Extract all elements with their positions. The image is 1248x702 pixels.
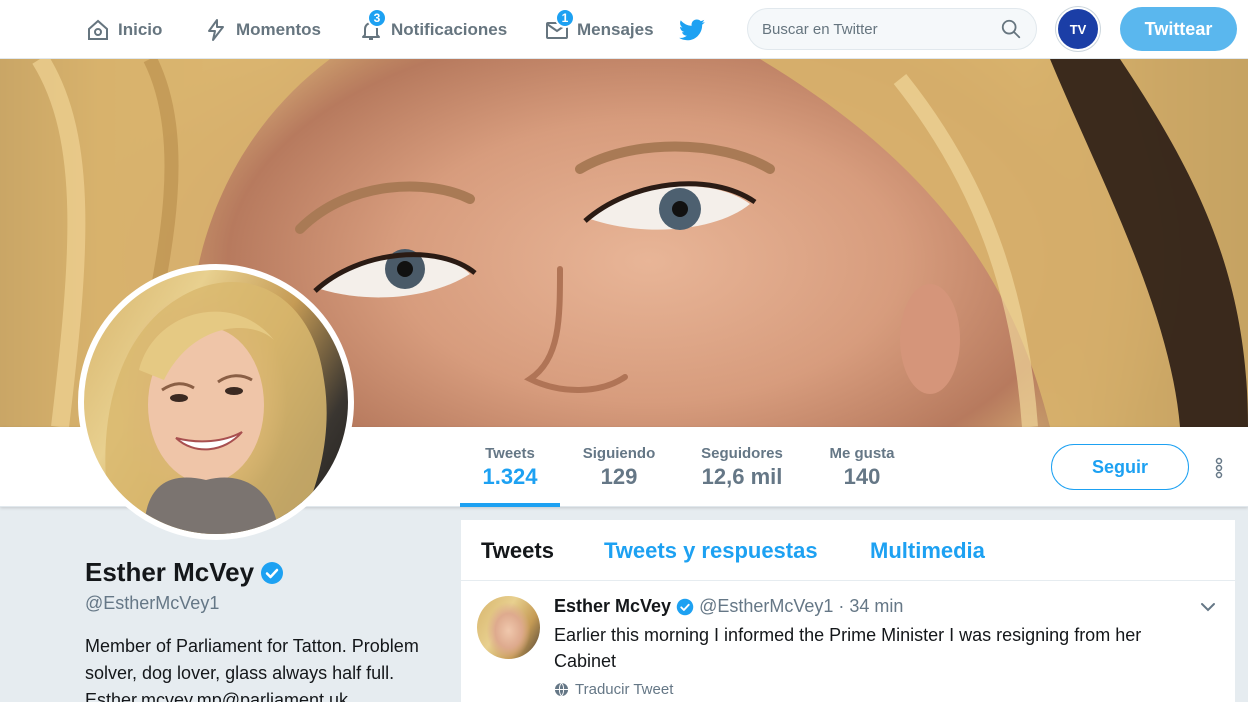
stat-followers[interactable]: Seguidores 12,6 mil	[686, 445, 798, 490]
timeline-tabs: Tweets Tweets y respuestas Multimedia	[461, 520, 1235, 581]
timeline: Tweets Tweets y respuestas Multimedia Es…	[461, 520, 1235, 702]
globe-icon	[554, 682, 569, 697]
more-options-icon[interactable]	[1212, 456, 1226, 480]
notifications-badge: 3	[367, 8, 387, 28]
stat-tweets[interactable]: Tweets 1.324	[460, 445, 560, 490]
stat-label: Tweets	[485, 445, 535, 462]
tweet-separator: ·	[838, 596, 845, 616]
account-avatar[interactable]: TV	[1056, 7, 1100, 51]
stat-likes[interactable]: Me gusta 140	[812, 445, 912, 490]
nav-moments[interactable]: Momentos	[204, 0, 321, 59]
active-stat-indicator	[460, 503, 560, 507]
home-icon	[88, 19, 108, 40]
tweet-timestamp[interactable]: 34 min	[849, 596, 903, 617]
stat-value: 1.324	[482, 464, 538, 489]
search-icon[interactable]	[1000, 18, 1022, 40]
top-navigation: Inicio Momentos Notificaciones 3 Mensaje…	[0, 0, 1248, 59]
search-placeholder: Buscar en Twitter	[762, 20, 878, 38]
nav-notifications[interactable]: Notificaciones 3	[359, 0, 507, 59]
tweet-text: Earlier this morning I informed the Prim…	[554, 625, 1142, 671]
search-input[interactable]: Buscar en Twitter	[747, 8, 1037, 50]
profile-avatar[interactable]	[78, 264, 354, 540]
stat-label: Seguidores	[701, 445, 783, 462]
tweet-item[interactable]: Esther McVey @EstherMcVey1 · 34 min Earl…	[461, 582, 1235, 702]
profile-handle[interactable]: @EstherMcVey1	[85, 593, 219, 614]
tab-media[interactable]: Multimedia	[870, 538, 985, 564]
stat-value: 12,6 mil	[701, 464, 783, 489]
stat-value: 140	[843, 464, 881, 489]
stat-following[interactable]: Siguiendo 129	[569, 445, 669, 490]
translate-tweet-label: Traducir Tweet	[575, 681, 674, 698]
nav-messages-label: Mensajes	[577, 19, 654, 39]
follow-button[interactable]: Seguir	[1051, 444, 1189, 490]
nav-moments-label: Momentos	[236, 19, 321, 39]
messages-badge: 1	[555, 8, 575, 28]
nav-home[interactable]: Inicio	[86, 0, 162, 59]
tab-tweets[interactable]: Tweets	[481, 538, 554, 564]
lightning-icon	[208, 18, 224, 41]
profile-name[interactable]: Esther McVey	[85, 557, 284, 588]
profile-bio: Member of Parliament for Tatton. Problem…	[85, 636, 419, 702]
profile-name-text: Esther McVey	[85, 557, 255, 587]
verified-badge-icon	[676, 598, 694, 615]
verified-badge-icon	[261, 561, 284, 584]
stat-label: Siguiendo	[582, 445, 656, 462]
twitter-bird-icon[interactable]	[678, 16, 706, 44]
tweet-header: Esther McVey @EstherMcVey1 · 34 min	[554, 596, 903, 617]
stat-value: 129	[600, 464, 638, 489]
chevron-down-icon[interactable]	[1199, 598, 1217, 616]
tweet-button[interactable]: Twittear	[1120, 7, 1237, 51]
nav-messages[interactable]: Mensajes 1	[545, 0, 654, 59]
nav-notifications-label: Notificaciones	[391, 19, 508, 39]
tweet-author-handle[interactable]: @EstherMcVey1	[699, 596, 833, 617]
tab-tweets-and-replies[interactable]: Tweets y respuestas	[604, 538, 818, 564]
tweet-author-avatar[interactable]	[477, 596, 540, 659]
translate-tweet-link[interactable]: Traducir Tweet	[554, 681, 673, 698]
nav-home-label: Inicio	[118, 19, 163, 39]
stat-label: Me gusta	[829, 445, 895, 462]
avatar-photo	[105, 282, 327, 534]
tweet-author-name[interactable]: Esther McVey	[554, 596, 671, 617]
